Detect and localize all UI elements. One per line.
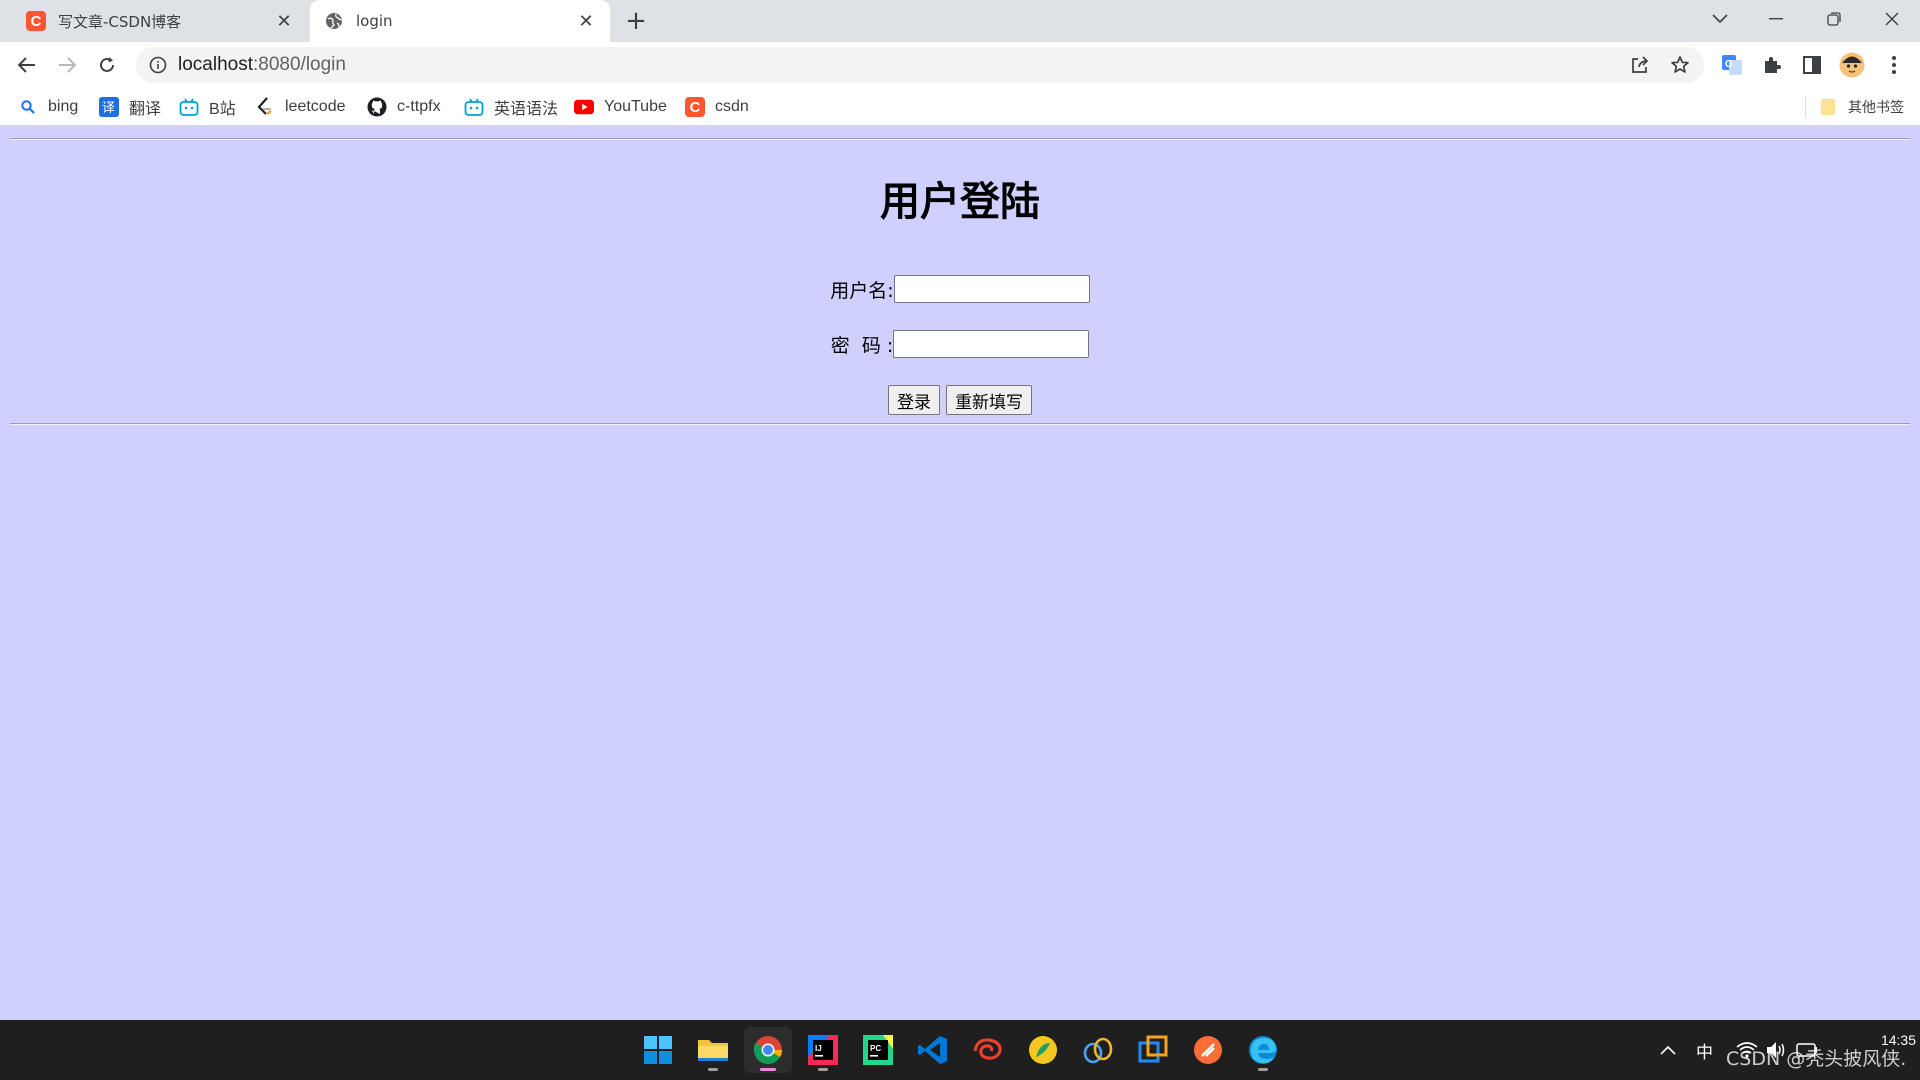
svg-text:译: 译 — [102, 101, 115, 116]
page-title: 用户登陆 — [880, 179, 1040, 225]
browser-toolbar: localhost:8080/login G — [0, 42, 1920, 88]
app-icon[interactable] — [1129, 1027, 1177, 1073]
running-indicator — [818, 1068, 828, 1071]
bookmark-label: B站 — [209, 101, 236, 118]
bookmark-label: YouTube — [604, 98, 667, 115]
csdn-icon: C — [685, 97, 705, 117]
button-row: 登录 重新填写 — [0, 385, 1920, 415]
translate-icon: 译 — [99, 97, 119, 117]
bookmark-leetcode[interactable]: leetcode — [255, 94, 346, 120]
close-tab-icon[interactable]: ✕ — [272, 9, 296, 33]
share-icon[interactable] — [1630, 55, 1650, 75]
bookmark-translate[interactable]: 译 翻译 — [99, 94, 161, 120]
tab-title: login — [356, 12, 393, 30]
leetcode-icon — [255, 97, 275, 117]
file-explorer-icon[interactable] — [689, 1027, 737, 1073]
login-button[interactable]: 登录 — [888, 385, 940, 415]
chrome-icon[interactable] — [744, 1027, 792, 1073]
running-indicator — [1258, 1068, 1268, 1071]
tab-title: 写文章-CSDN博客 — [58, 12, 182, 31]
google-translate-icon[interactable]: G — [1718, 51, 1746, 79]
tab-search-icon[interactable] — [1692, 0, 1748, 38]
reset-button[interactable]: 重新填写 — [946, 385, 1032, 415]
tab-csdn[interactable]: C 写文章-CSDN博客 ✕ — [12, 0, 308, 42]
url-path: :8080/login — [253, 54, 346, 75]
bookmark-bilibili[interactable]: B站 — [179, 94, 236, 120]
bookmark-youtube[interactable]: YouTube — [574, 94, 667, 120]
username-row: 用户名: — [0, 275, 1920, 303]
bookmark-label: 英语语法 — [494, 101, 559, 118]
github-icon — [367, 97, 387, 117]
other-bookmarks[interactable]: 其他书签 — [1818, 94, 1904, 120]
bookmark-label: leetcode — [285, 98, 346, 115]
profile-avatar[interactable] — [1838, 51, 1866, 79]
tab-login[interactable]: login ✕ — [310, 0, 610, 42]
restore-icon[interactable] — [1806, 0, 1862, 38]
forward-icon[interactable] — [51, 49, 83, 81]
app-icon[interactable] — [964, 1027, 1012, 1073]
reload-icon[interactable] — [91, 49, 123, 81]
bottom-divider — [10, 423, 1910, 425]
folder-icon — [1818, 97, 1838, 117]
menu-kebab-icon[interactable] — [1880, 51, 1908, 79]
password-row: 密 码 : — [0, 330, 1920, 358]
extensions-icon[interactable] — [1758, 51, 1786, 79]
bilibili-icon — [179, 97, 199, 117]
url-host: localhost — [178, 54, 253, 75]
app-icon[interactable] — [1019, 1027, 1067, 1073]
bookmark-label: csdn — [715, 98, 749, 115]
top-divider — [10, 138, 1910, 140]
bookmark-github[interactable]: c-ttpfx — [367, 94, 441, 120]
new-tab-button[interactable]: + — [622, 8, 650, 36]
csdn-icon: C — [26, 11, 46, 31]
bookmarks-divider — [1805, 96, 1806, 118]
bookmark-bing[interactable]: bing — [18, 94, 78, 120]
svg-text:G: G — [1725, 59, 1733, 70]
bookmarks-bar: bing 译 翻译 B站 leetcode c-ttpfx 英语语法 YouTu… — [0, 88, 1920, 126]
bookmark-grammar[interactable]: 英语语法 — [464, 94, 558, 120]
svg-text:PC: PC — [870, 1044, 881, 1053]
vscode-icon[interactable] — [909, 1027, 957, 1073]
intellij-idea-icon[interactable]: IJ — [799, 1027, 847, 1073]
tab-strip: C 写文章-CSDN博客 ✕ login ✕ + — [0, 0, 1920, 42]
pycharm-icon[interactable]: PC — [854, 1027, 902, 1073]
page-content: 用户登陆 用户名: 密 码 : 登录 重新填写 — [0, 127, 1920, 1020]
youtube-icon — [574, 97, 594, 117]
bookmark-label: c-ttpfx — [397, 98, 441, 115]
url-text[interactable]: localhost:8080/login — [178, 54, 346, 76]
edge-icon[interactable] — [1239, 1027, 1287, 1073]
side-panel-icon[interactable] — [1798, 51, 1826, 79]
svg-text:IJ: IJ — [815, 1044, 822, 1053]
other-bookmarks-label: 其他书签 — [1848, 99, 1904, 115]
bilibili-icon — [464, 97, 484, 117]
close-window-icon[interactable] — [1864, 0, 1920, 38]
search-icon — [18, 97, 38, 117]
info-icon[interactable] — [148, 55, 168, 75]
bookmark-label: bing — [48, 98, 79, 115]
running-indicator — [760, 1068, 776, 1071]
taskbar: IJ PC 中 14:35 — [0, 1020, 1920, 1080]
tray-overflow-icon[interactable] — [1660, 1020, 1676, 1080]
bookmark-label: 翻译 — [129, 101, 162, 118]
close-tab-icon[interactable]: ✕ — [574, 9, 598, 33]
password-label: 密 码 : — [830, 334, 894, 357]
username-input[interactable] — [893, 275, 1090, 303]
bookmark-star-icon[interactable] — [1670, 55, 1690, 75]
bookmark-csdn[interactable]: C csdn — [685, 94, 749, 120]
globe-icon — [324, 11, 344, 31]
app-icon[interactable] — [1184, 1027, 1232, 1073]
username-label: 用户名: — [830, 279, 894, 302]
app-icon[interactable] — [1074, 1027, 1122, 1073]
windows-start-icon[interactable] — [634, 1027, 682, 1073]
back-icon[interactable] — [11, 49, 43, 81]
password-input[interactable] — [893, 330, 1090, 358]
address-bar[interactable]: localhost:8080/login — [136, 47, 1704, 83]
watermark: CSDN @秃头披风侠. — [1726, 1048, 1907, 1070]
ime-indicator[interactable]: 中 — [1696, 1020, 1713, 1080]
minimize-icon[interactable] — [1748, 0, 1804, 38]
running-indicator — [708, 1068, 718, 1071]
